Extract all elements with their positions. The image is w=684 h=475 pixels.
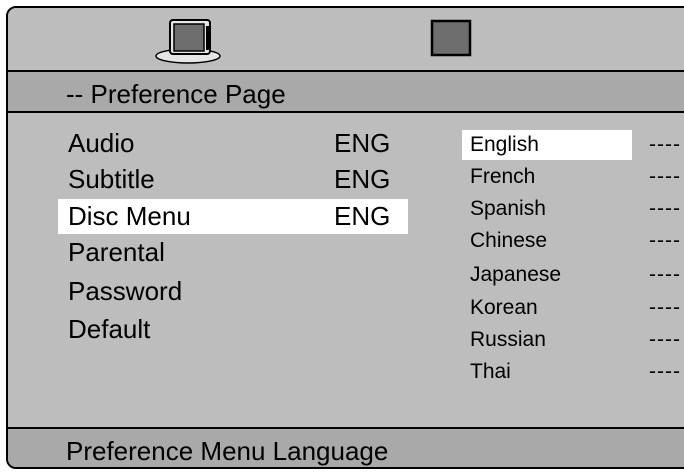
option-thai[interactable]: Thai [462,357,632,387]
option-japanese[interactable]: Japanese [462,260,632,290]
option-label: French [470,165,536,188]
option-label: Russian [470,328,546,351]
menu-item-label: Subtitle [68,164,155,194]
osd-window: -- Preference Page Audio ENG Subtitle EN… [6,6,684,469]
option-suffix: ---- [649,328,681,351]
option-suffix: ---- [649,165,681,188]
footer-bar: Preference Menu Language [8,427,684,467]
option-suffix: ---- [649,133,681,156]
menu-item-value: ENG [334,128,391,158]
option-suffix: ---- [649,263,681,286]
menu-item-value: ENG [334,201,391,231]
menu-item-label: Parental [68,237,165,267]
title-bar: -- Preference Page [8,70,684,113]
menu-item-label: Audio [68,128,135,158]
menu-item-disc-menu[interactable]: Disc Menu ENG [58,199,408,234]
menu-item-value: ENG [334,164,391,194]
icon-bar [8,8,684,70]
option-russian[interactable]: Russian [462,325,632,355]
option-label: Thai [470,360,511,383]
option-suffix: ---- [649,360,681,383]
tv-icon[interactable] [152,16,222,64]
menu-item-label: Disc Menu [68,201,191,231]
option-chinese[interactable]: Chinese [462,226,632,256]
menu-item-password[interactable]: Password [58,274,408,309]
option-label: Spanish [470,197,546,220]
preference-icon[interactable] [429,18,473,58]
page-title: -- Preference Page [66,79,286,109]
menu-item-label: Default [68,314,151,344]
option-english[interactable]: English [462,130,632,160]
option-suffix: ---- [649,197,681,220]
option-label: Japanese [470,263,562,286]
option-label: English [470,133,539,156]
option-korean[interactable]: Korean [462,293,632,323]
menu-item-default[interactable]: Default [58,312,408,347]
option-label: Chinese [470,229,548,252]
menu-item-audio[interactable]: Audio ENG [58,126,408,161]
option-label: Korean [470,296,538,319]
menu-item-parental[interactable]: Parental [58,235,408,270]
menu-item-subtitle[interactable]: Subtitle ENG [58,162,408,197]
menu-panel: Audio ENG Subtitle ENG Disc Menu ENG Par… [8,113,684,427]
menu-item-label: Password [68,276,183,306]
option-french[interactable]: French [462,162,632,192]
footer-description: Preference Menu Language [66,436,389,466]
option-suffix: ---- [649,296,681,319]
option-spanish[interactable]: Spanish [462,194,632,224]
option-suffix: ---- [649,229,681,252]
